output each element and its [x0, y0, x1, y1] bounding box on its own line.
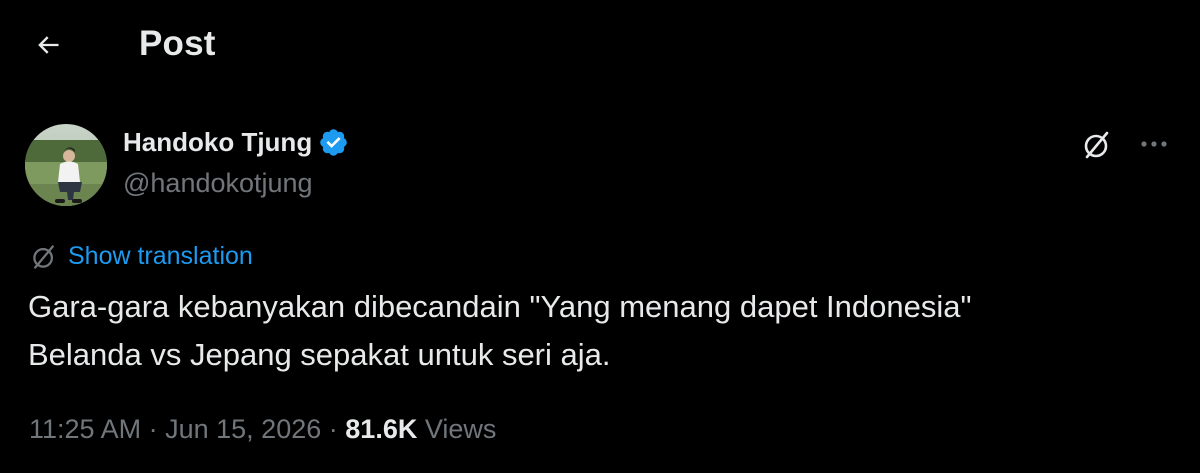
meta-separator: · [148, 414, 158, 444]
show-translation-link[interactable]: Show translation [68, 242, 253, 271]
grok-icon [1081, 129, 1113, 166]
avatar[interactable] [25, 124, 107, 206]
tweet-text-line: Gara-gara kebanyakan dibecandain "Yang m… [28, 289, 972, 324]
grok-button[interactable] [1080, 130, 1114, 164]
verified-badge-icon[interactable] [318, 127, 349, 158]
arrow-left-icon [34, 31, 62, 64]
top-header: Post [0, 0, 1200, 92]
more-button[interactable] [1136, 130, 1172, 160]
page-title: Post [139, 24, 216, 63]
tweet-text-line: Belanda vs Jepang sepakat untuk seri aja… [28, 337, 611, 372]
meta-separator: · [328, 414, 338, 444]
views-count[interactable]: 81.6K [345, 414, 417, 444]
translation-row: Show translation [30, 242, 253, 271]
views-label: Views [424, 414, 497, 444]
back-button[interactable] [22, 24, 74, 70]
author-name[interactable]: Handoko Tjung [123, 127, 349, 158]
author-handle[interactable]: @handokotjung [123, 168, 313, 199]
author-name-label: Handoko Tjung [123, 127, 313, 157]
tweet-meta: 11:25 AM · Jun 15, 2026 · 81.6K Views [29, 414, 496, 445]
tweet-time[interactable]: 11:25 AM [29, 414, 141, 444]
tweet-text: Gara-gara kebanyakan dibecandain "Yang m… [28, 283, 1178, 379]
more-horizontal-icon [1139, 136, 1169, 154]
tweet-date[interactable]: Jun 15, 2026 [165, 414, 321, 444]
grok-icon [30, 243, 58, 271]
